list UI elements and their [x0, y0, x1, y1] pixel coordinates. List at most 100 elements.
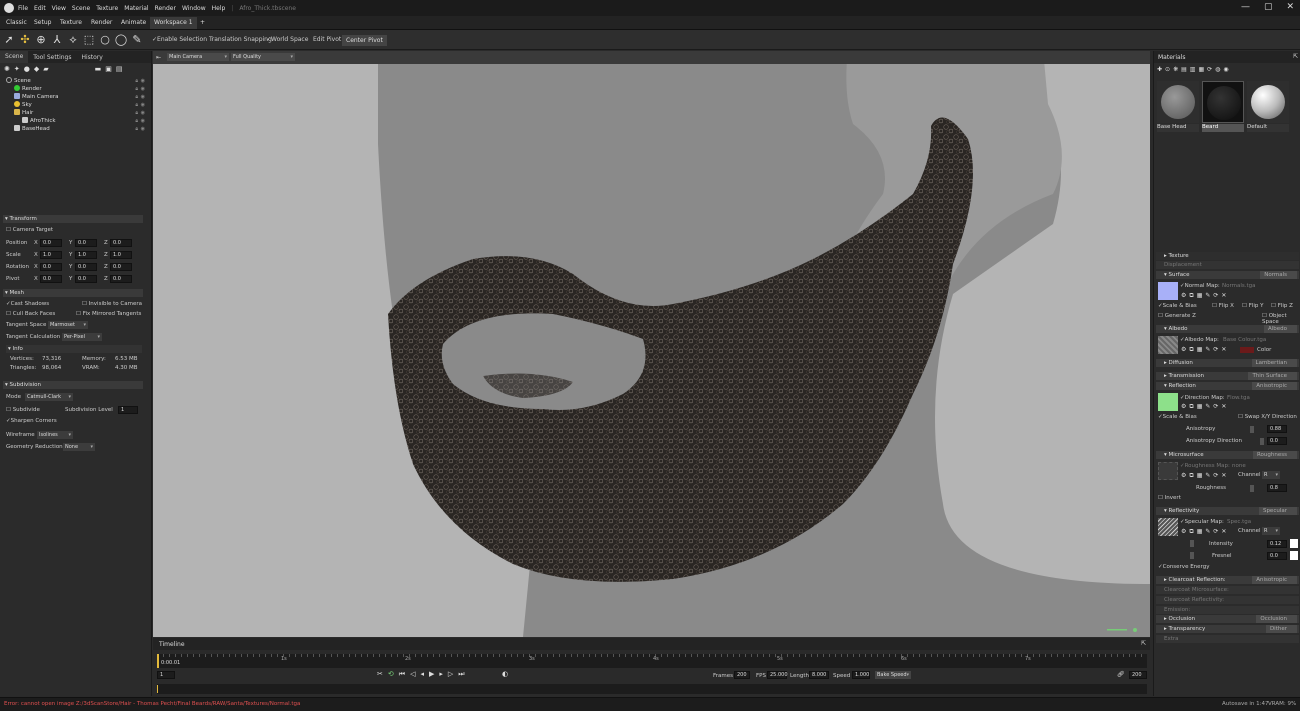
lock-icon[interactable]: 🔒︎: [135, 101, 138, 109]
roughness-map-label[interactable]: ✓Roughness Map:: [1180, 463, 1230, 469]
normal-map-thumbnail[interactable]: [1158, 282, 1178, 300]
tree-item-afrothick[interactable]: AfroThick 🔒︎ ◉: [22, 117, 146, 125]
menu-help[interactable]: Help: [212, 5, 226, 12]
lock-icon[interactable]: 🔒︎: [135, 109, 138, 117]
diffusion-section[interactable]: ▸ Diffusion Lambertian: [1156, 359, 1299, 367]
tab-tool-settings[interactable]: Tool Settings: [28, 54, 76, 61]
clearcoat-mode-select[interactable]: Anisotropic: [1252, 576, 1297, 584]
length-field[interactable]: 8.000: [809, 671, 829, 679]
add-mesh-icon[interactable]: ◆: [34, 65, 39, 73]
menu-edit[interactable]: Edit: [34, 5, 46, 12]
next-frame-icon[interactable]: ▸: [439, 670, 448, 678]
translation-snapping-toggle[interactable]: Translation Snapping: [209, 36, 272, 43]
generate-z-checkbox[interactable]: ☐ Generate Z: [1158, 313, 1196, 319]
tree-item-main-camera[interactable]: Main Camera 🔒︎ ◉: [14, 93, 146, 101]
invert-checkbox[interactable]: ☐ Invert: [1158, 495, 1181, 501]
scale-bias-checkbox[interactable]: ✓Scale & Bias: [1158, 414, 1197, 420]
delete-icon[interactable]: ▤: [116, 65, 123, 73]
displacement-section[interactable]: Displacement: [1156, 261, 1299, 269]
emission-section[interactable]: Emission:: [1156, 606, 1299, 614]
surface-mode-select[interactable]: Normals: [1260, 271, 1297, 279]
clearcoat-microsurface-section[interactable]: Clearcoat Microsurface:: [1156, 586, 1299, 594]
copy-icon[interactable]: ⧉: [1189, 292, 1196, 299]
fresnel-slider[interactable]: [1190, 552, 1194, 559]
scale-bias-checkbox[interactable]: ✓Scale & Bias: [1158, 303, 1197, 309]
lock-icon[interactable]: 🔒︎: [135, 125, 138, 133]
visibility-icon[interactable]: ◉: [141, 125, 145, 133]
menu-texture[interactable]: Texture: [96, 5, 118, 12]
expand-icon[interactable]: ⇱: [1293, 53, 1298, 60]
record-icon[interactable]: ◐: [502, 670, 508, 678]
add-tab-button[interactable]: +: [196, 17, 209, 29]
tab-scene[interactable]: Scene: [0, 51, 29, 63]
info-section-header[interactable]: ▾ Info: [6, 345, 142, 353]
position-x-field[interactable]: 0.0: [40, 239, 62, 247]
menu-window[interactable]: Window: [182, 5, 206, 12]
clear-icon[interactable]: ✕: [1221, 346, 1229, 353]
texture-section[interactable]: ▸ Texture: [1156, 252, 1299, 260]
clear-icon[interactable]: ✕: [1221, 528, 1229, 535]
material-thumb-beard[interactable]: [1202, 81, 1244, 123]
pivot-x-field[interactable]: 0.0: [40, 275, 62, 283]
geometry-reduction-select[interactable]: None: [63, 443, 95, 451]
transmission-mode-select[interactable]: Thin Surface: [1248, 372, 1297, 380]
menu-material[interactable]: Material: [124, 5, 148, 12]
flip-x-checkbox[interactable]: ☐ Flip X: [1212, 303, 1234, 309]
cull-back-faces-checkbox[interactable]: ☐ Cull Back Faces: [6, 311, 55, 317]
transform-tool-icon[interactable]: ⅄: [50, 33, 64, 47]
move-tool-icon[interactable]: ✣: [18, 33, 32, 47]
fresnel-field[interactable]: 0.0: [1267, 552, 1287, 560]
pivot-y-field[interactable]: 0.0: [75, 275, 97, 283]
invisible-to-camera-checkbox[interactable]: ☐ Invisible to Camera: [82, 301, 142, 307]
material-thumb-base-head[interactable]: [1157, 81, 1199, 123]
rotation-z-field[interactable]: 0.0: [110, 263, 132, 271]
visibility-icon[interactable]: ◉: [141, 101, 145, 109]
albedo-mode-select[interactable]: Albedo: [1263, 325, 1297, 333]
next-key-icon[interactable]: ▷: [448, 670, 458, 678]
tab-setup[interactable]: Setup: [30, 17, 55, 29]
object-space-checkbox[interactable]: ☐ Object Space: [1262, 313, 1300, 325]
close-button[interactable]: ✕: [1286, 2, 1294, 12]
position-z-field[interactable]: 0.0: [110, 239, 132, 247]
flip-z-checkbox[interactable]: ☐ Flip Z: [1271, 303, 1293, 309]
duplicate-icon[interactable]: ▣: [105, 65, 112, 73]
flip-y-checkbox[interactable]: ☐ Flip Y: [1242, 303, 1264, 309]
subdivide-checkbox[interactable]: ☐ Subdivide: [6, 407, 40, 413]
link-icon[interactable]: 🔗︎: [1117, 671, 1125, 678]
transparency-mode-select[interactable]: Dither: [1265, 625, 1297, 633]
tab-classic[interactable]: Classic: [2, 17, 31, 29]
clear-icon[interactable]: ✕: [1221, 403, 1229, 410]
refresh-icon[interactable]: ⟳: [1207, 66, 1215, 73]
last-frame-icon[interactable]: ⏭: [458, 670, 469, 678]
albedo-section[interactable]: ▾ Albedo Albedo: [1156, 325, 1299, 333]
add-camera-icon[interactable]: ●: [24, 65, 30, 73]
pivot-z-field[interactable]: 0.0: [110, 275, 132, 283]
sharpen-corners-checkbox[interactable]: ✓Sharpen Corners: [6, 418, 57, 424]
copy-icon[interactable]: ⧉: [1189, 472, 1196, 479]
edit-pivot-button[interactable]: Edit Pivot: [313, 36, 341, 43]
3d-viewport[interactable]: ◎ ⧉: [153, 64, 1150, 637]
end-frame-field[interactable]: 200: [1129, 671, 1147, 679]
playhead[interactable]: [157, 654, 159, 668]
menu-scene[interactable]: Scene: [72, 5, 90, 12]
channel-select[interactable]: R: [1262, 471, 1280, 479]
import-icon[interactable]: ▰: [43, 65, 48, 73]
normal-map-label[interactable]: ✓Normal Map:: [1180, 283, 1220, 289]
keyframe-track[interactable]: [157, 684, 1147, 694]
minimize-button[interactable]: —: [1241, 2, 1250, 12]
tab-history[interactable]: History: [76, 54, 107, 61]
rotation-y-field[interactable]: 0.0: [75, 263, 97, 271]
maximize-button[interactable]: ▢: [1264, 2, 1273, 12]
lock-icon[interactable]: 🔒︎: [135, 85, 138, 93]
direction-map-thumbnail[interactable]: [1158, 393, 1178, 411]
transparency-section[interactable]: ▸ Transparency Dither: [1156, 625, 1299, 633]
world-space-toggle[interactable]: ✓World Space: [266, 36, 308, 43]
tree-item-render[interactable]: Render 🔒︎ ◉: [14, 85, 146, 93]
scale-z-field[interactable]: 1.0: [110, 251, 132, 259]
fps-field[interactable]: 25.000: [767, 671, 788, 679]
pick-material-icon[interactable]: ⊙: [1165, 66, 1173, 73]
copy-icon[interactable]: ⧉: [1189, 528, 1196, 535]
camera-target-checkbox[interactable]: ☐ Camera Target: [6, 227, 53, 233]
channel-select[interactable]: R: [1262, 527, 1280, 535]
menu-render[interactable]: Render: [155, 5, 176, 12]
